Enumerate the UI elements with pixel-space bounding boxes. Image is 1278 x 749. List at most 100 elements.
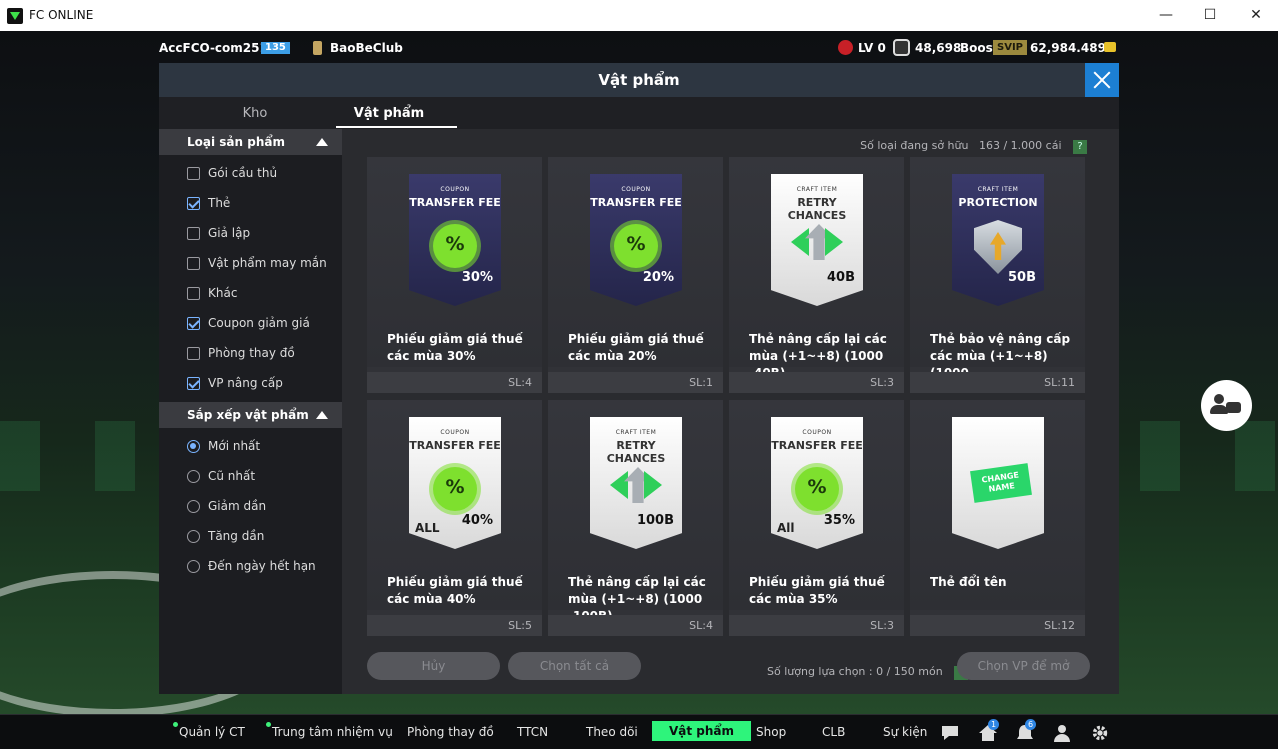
- settings-gear-icon[interactable]: [1090, 724, 1110, 742]
- select-all-button[interactable]: Chọn tất cả: [508, 652, 641, 680]
- filter-checkbox[interactable]: [187, 347, 200, 360]
- item-card[interactable]: COUPON TRANSFER FEE% 20% Phiếu giảm giá thu…: [548, 157, 723, 393]
- sort-radio[interactable]: [187, 530, 200, 543]
- selection-count-value: 0 / 150 món: [876, 665, 943, 678]
- product-type-header-label: Loại sản phẩm: [187, 135, 285, 149]
- collapse-triangle-icon[interactable]: [316, 138, 328, 146]
- item-thumb-value: 50B: [1008, 270, 1036, 285]
- filter-option[interactable]: Vật phẩm may mắn: [187, 253, 337, 273]
- filter-option[interactable]: Gói cầu thủ: [187, 163, 337, 183]
- item-card-body: CRAFT ITEM RETRY CHANCES 40B Thẻ nâng cấp l…: [729, 157, 904, 380]
- filter-option-label: Khác: [208, 286, 238, 300]
- item-quantity: SL:4: [689, 619, 713, 632]
- item-card-footer: SL:4: [367, 372, 542, 393]
- bp-value: 48,698: [915, 41, 962, 55]
- sort-radio[interactable]: [187, 560, 200, 573]
- item-thumb-value: 100B: [636, 513, 674, 528]
- filter-checkbox[interactable]: [187, 227, 200, 240]
- sort-option[interactable]: Mới nhất: [187, 436, 337, 456]
- sort-radio[interactable]: [187, 470, 200, 483]
- item-card-footer: SL:3: [729, 372, 904, 393]
- filter-checkbox[interactable]: [187, 167, 200, 180]
- filter-option[interactable]: Phòng thay đồ: [187, 343, 337, 363]
- notification-dot: [173, 722, 178, 727]
- selection-count-label: Số lượng lựa chọn :: [767, 665, 873, 678]
- profile-icon[interactable]: [1052, 724, 1072, 742]
- filter-option-label: Vật phẩm may mắn: [208, 256, 327, 270]
- nav-trung-tam-nhiem-vu[interactable]: Trung tâm nhiệm vụ: [272, 725, 393, 739]
- item-quantity: SL:3: [870, 619, 894, 632]
- item-card[interactable]: COUPON TRANSFER FEE% 40% ALL Phiếu giảm giá …: [367, 400, 542, 636]
- item-thumb-value: 30%: [461, 270, 493, 285]
- top-info-bar: AccFCO-com2511b 135 BaoBeClub LV 0 48,69…: [0, 36, 1278, 60]
- item-card[interactable]: CRAFT ITEM RETRY CHANCES 40B Thẻ nâng cấp l…: [729, 157, 904, 393]
- cancel-button[interactable]: Hủy: [367, 652, 500, 680]
- filter-checkbox[interactable]: [187, 317, 200, 330]
- close-window-button[interactable]: ✕: [1240, 4, 1272, 26]
- item-card-footer: SL:1: [548, 372, 723, 393]
- club-name[interactable]: BaoBeClub: [330, 41, 403, 55]
- filter-option[interactable]: VP nâng cấp: [187, 373, 337, 393]
- coupon-percent-icon: %: [433, 224, 477, 268]
- filter-option[interactable]: Thẻ: [187, 193, 337, 213]
- tab-kho[interactable]: Kho: [195, 106, 315, 121]
- nav-theo-doi[interactable]: Theo dõi: [586, 725, 638, 739]
- filter-checkbox[interactable]: [187, 377, 200, 390]
- nav-clb[interactable]: CLB: [822, 725, 845, 739]
- sort-option[interactable]: Đến ngày hết hạn: [187, 556, 337, 576]
- item-card-body: COUPON TRANSFER FEE% 30% Phiếu giảm giá thu…: [367, 157, 542, 367]
- item-card[interactable]: CHANGE NAME Thẻ đổi tên SL:12: [910, 400, 1085, 636]
- home-badge: 1: [988, 719, 999, 730]
- filter-option-label: Coupon giảm giá: [208, 316, 310, 330]
- collapse-triangle-icon[interactable]: [316, 411, 328, 419]
- level-icon: [838, 40, 853, 55]
- item-thumb-tag: COUPON: [440, 429, 470, 436]
- sort-radio[interactable]: [187, 440, 200, 453]
- nav-su-kien[interactable]: Sự kiện: [883, 725, 927, 739]
- item-card[interactable]: COUPON TRANSFER FEE% 30% Phiếu giảm giá thu…: [367, 157, 542, 393]
- sort-option[interactable]: Cũ nhất: [187, 466, 337, 486]
- product-type-header[interactable]: Loại sản phẩm: [159, 129, 342, 155]
- filter-checkbox[interactable]: [187, 197, 200, 210]
- item-thumbnail: CHANGE NAME: [952, 417, 1044, 549]
- chat-icon[interactable]: [940, 724, 960, 742]
- tab-vat-pham[interactable]: Vật phẩm: [329, 106, 449, 121]
- nav-vat-pham[interactable]: Vật phẩm: [652, 721, 752, 741]
- bp-icon: [893, 39, 910, 56]
- item-quantity: SL:5: [508, 619, 532, 632]
- minimize-button[interactable]: —: [1150, 4, 1182, 26]
- item-quantity: SL:1: [689, 376, 713, 389]
- sort-option[interactable]: Giảm dần: [187, 496, 337, 516]
- owned-count-value: 163 / 1.000 cái: [978, 139, 1062, 152]
- nav-phong-thay-do[interactable]: Phòng thay đồ: [407, 725, 494, 739]
- item-card[interactable]: COUPON TRANSFER FEE% 35% All Phiếu giảm giá …: [729, 400, 904, 636]
- item-thumb-title: TRANSFER FEE: [590, 196, 682, 209]
- help-icon[interactable]: ?: [1073, 140, 1087, 154]
- user-chat-icon: [1214, 394, 1224, 404]
- filter-checkbox[interactable]: [187, 257, 200, 270]
- change-name-plate: CHANGE NAME: [970, 463, 1032, 503]
- nav-ttcn[interactable]: TTCN: [517, 725, 548, 739]
- item-thumb-class: ALL: [415, 521, 440, 535]
- nav-shop[interactable]: Shop: [756, 725, 786, 739]
- item-thumbnail: COUPON TRANSFER FEE% 20%: [590, 174, 682, 306]
- open-selected-button[interactable]: Chọn VP để mở: [957, 652, 1090, 680]
- close-modal-button[interactable]: [1085, 63, 1119, 97]
- sort-radio[interactable]: [187, 500, 200, 513]
- social-chat-button[interactable]: [1201, 380, 1252, 431]
- nav-quan-ly-ct[interactable]: Quản lý CT: [179, 725, 245, 739]
- filter-checkbox[interactable]: [187, 287, 200, 300]
- item-thumb-tag: COUPON: [802, 429, 832, 436]
- maximize-button[interactable]: ☐: [1194, 4, 1226, 26]
- item-quantity: SL:11: [1044, 376, 1075, 389]
- item-card[interactable]: CRAFT ITEM PROTECTION 50B Thẻ bảo vệ nâng c…: [910, 157, 1085, 393]
- sort-option[interactable]: Tăng dần: [187, 526, 337, 546]
- filter-option[interactable]: Coupon giảm giá: [187, 313, 337, 333]
- coin-icon: [1104, 42, 1116, 52]
- filter-option[interactable]: Khác: [187, 283, 337, 303]
- item-card[interactable]: CRAFT ITEM RETRY CHANCES 100B Thẻ nâng cấp …: [548, 400, 723, 636]
- item-name: Phiếu giảm giá thuế các mùa 30%: [387, 332, 523, 363]
- filter-option[interactable]: Giả lập: [187, 223, 337, 243]
- owned-count: Số loại đang sở hữu 163 / 1.000 cái ?: [860, 139, 1087, 154]
- sort-header[interactable]: Sắp xếp vật phẩm: [159, 402, 342, 428]
